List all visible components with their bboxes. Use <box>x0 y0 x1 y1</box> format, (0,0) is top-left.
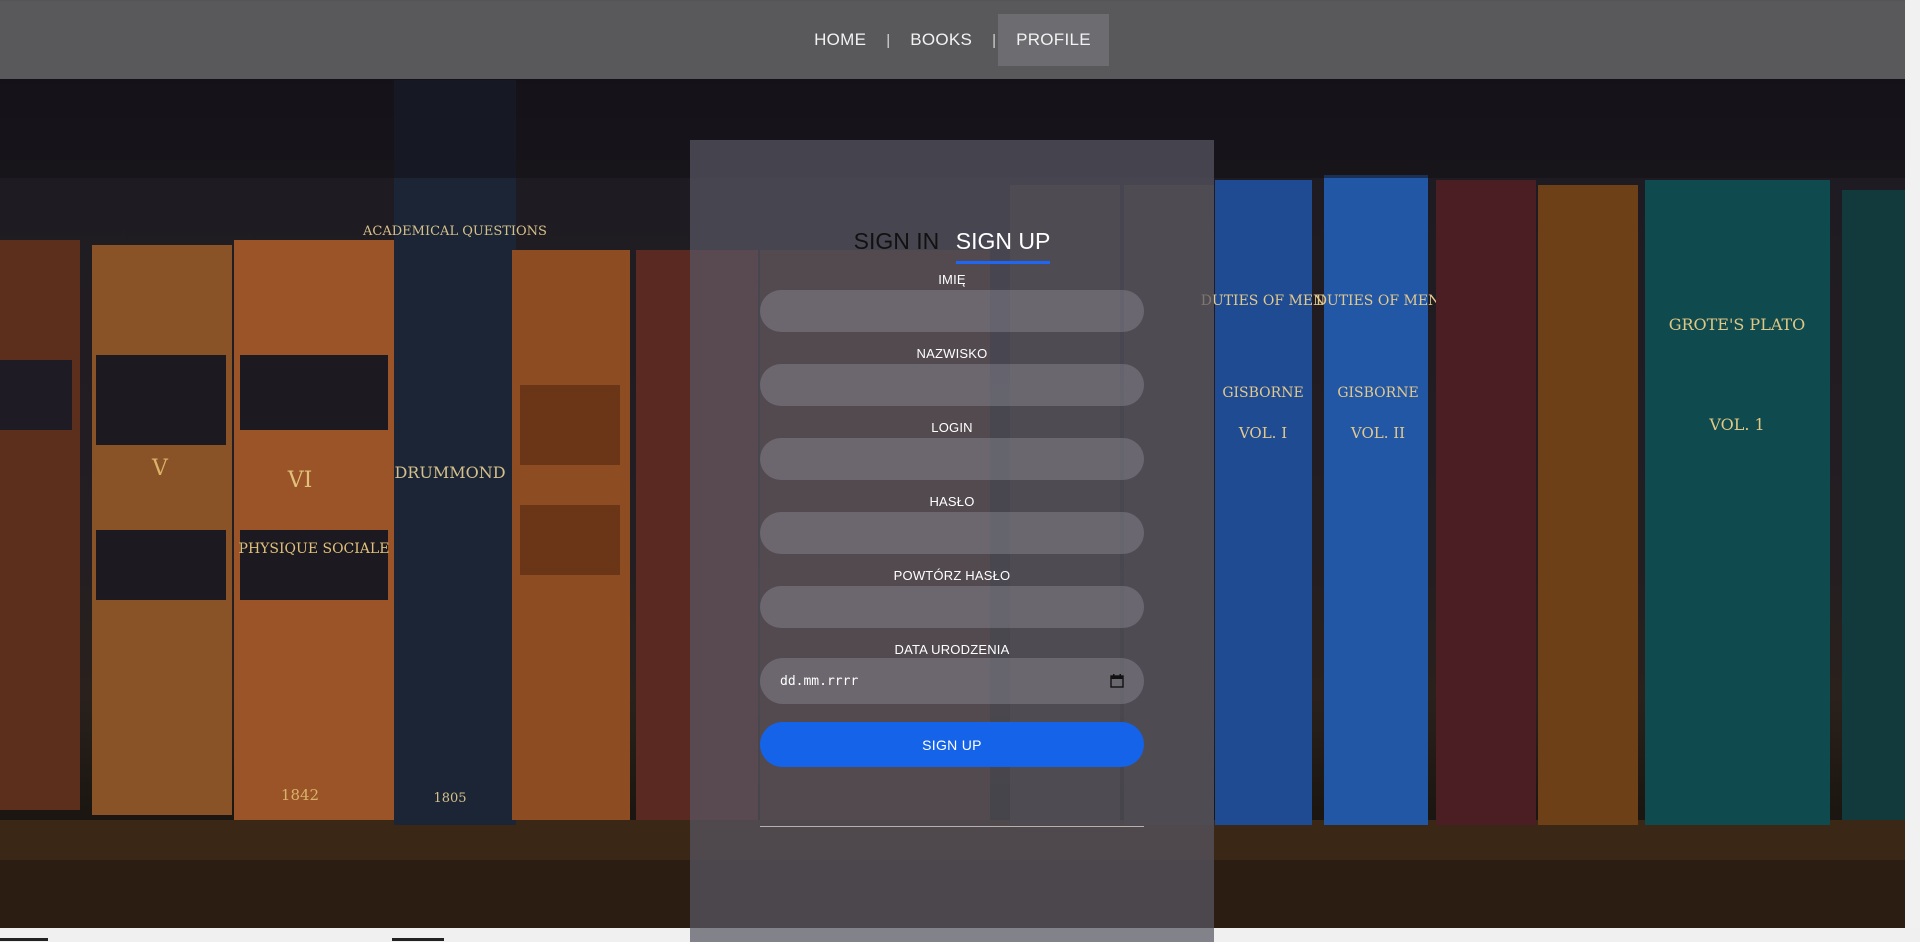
top-navbar: HOME | BOOKS | PROFILE <box>0 0 1905 79</box>
first-name-label: IMIĘ <box>938 272 966 287</box>
tab-sign-in[interactable]: SIGN IN <box>854 228 940 261</box>
book-spine-text: GISBORNE <box>1222 385 1303 401</box>
sign-up-button[interactable]: SIGN UP <box>760 722 1144 767</box>
nav-home-link[interactable]: HOME <box>796 14 884 66</box>
vertical-scrollbar[interactable] <box>1905 0 1920 928</box>
book-spine-text: PHYSIQUE SOCIALE <box>239 541 390 557</box>
nav-separator: | <box>886 31 891 49</box>
last-name-input[interactable] <box>760 364 1144 406</box>
calendar-icon[interactable] <box>1110 674 1124 688</box>
birth-date-placeholder: dd.mm.rrrr <box>780 673 859 689</box>
book-spine-text: 1805 <box>433 791 466 806</box>
birth-date-label: DATA URODZENIA <box>894 642 1010 657</box>
book-spine-text: DUTIES OF MEN <box>1201 293 1326 309</box>
tab-sign-up[interactable]: SIGN UP <box>955 228 1051 264</box>
signup-form-panel: SIGN IN SIGN UP IMIĘ NAZWISKO LOGIN HASŁ… <box>690 140 1214 942</box>
book-spine-text: DUTIES OF MEN <box>1316 293 1441 309</box>
last-name-label: NAZWISKO <box>916 346 988 361</box>
scrollbar-mark <box>392 938 444 941</box>
book-spine-text: VOL. 1 <box>1708 415 1764 434</box>
book-spine-text: GISBORNE <box>1337 385 1418 401</box>
book-spine-text: V <box>151 456 169 481</box>
book-spine-text: ACADEMICAL QUESTIONS <box>362 224 547 239</box>
repeat-password-label: POWTÓRZ HASŁO <box>893 568 1011 583</box>
birth-date-input[interactable]: dd.mm.rrrr <box>760 658 1144 704</box>
book-spine-text: DRUMMOND <box>394 463 505 482</box>
form-divider <box>760 826 1144 827</box>
book-spine-text: VI <box>287 468 313 493</box>
login-label: LOGIN <box>931 420 973 435</box>
book-spine-text: VOL. II <box>1350 424 1405 442</box>
first-name-input[interactable] <box>760 290 1144 332</box>
book-spine-text: VOL. I <box>1238 424 1287 442</box>
scrollbar-mark <box>0 938 48 941</box>
nav-separator: | <box>992 31 997 49</box>
password-input[interactable] <box>760 512 1144 554</box>
book-spine-text: GROTE'S PLATO <box>1669 315 1806 334</box>
nav-profile-link[interactable]: PROFILE <box>998 14 1109 66</box>
nav-books-link[interactable]: BOOKS <box>892 14 990 66</box>
login-input[interactable] <box>760 438 1144 480</box>
auth-tabs: SIGN IN SIGN UP <box>690 228 1214 264</box>
repeat-password-input[interactable] <box>760 586 1144 628</box>
password-label: HASŁO <box>929 494 975 509</box>
book-spine-text: 1842 <box>281 786 319 804</box>
